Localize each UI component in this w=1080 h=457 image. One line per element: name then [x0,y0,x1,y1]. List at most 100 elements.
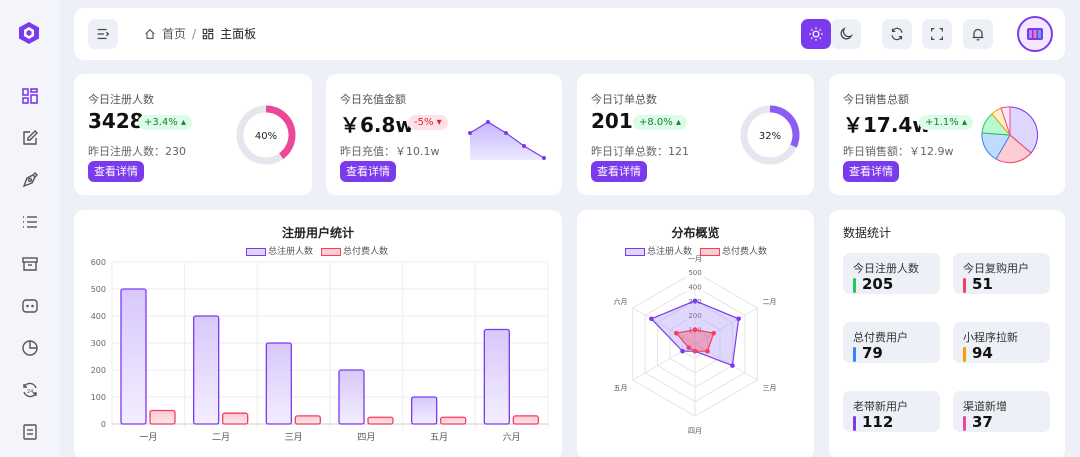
y-tick-label: 0 [101,420,106,429]
bar-registrations[interactable] [120,288,147,425]
bar-registrations[interactable] [338,369,365,425]
bar-paying[interactable] [149,409,176,425]
progress-ring: 40% [236,105,296,165]
data-stat-label: 总付费用户 [853,331,908,344]
pie-icon[interactable] [19,337,41,359]
radar-chart: 一月二月三月四月五月六月100200300400500 [614,255,777,435]
archive-icon[interactable] [19,253,41,275]
bar-paying[interactable] [222,412,249,425]
y-tick-label: 200 [91,366,106,375]
stat-subtext: 昨日订单总数：121 [591,145,689,158]
radar-point[interactable] [673,330,679,336]
bar-paying[interactable] [512,415,539,425]
x-tick-label: 二月 [212,432,230,443]
stat-title: 今日注册人数 [88,93,154,106]
dashboard-icon[interactable] [19,85,41,107]
x-tick-label: 四月 [357,432,375,443]
x-tick-label: 五月 [430,432,448,443]
radar-point[interactable] [692,327,698,332]
stat-card-registrations: 今日注册人数 3428 +3.4% ▴ 昨日注册人数：230 查看详情 40% [74,74,312,195]
bar-paying[interactable] [367,416,394,425]
radar-tick-label: 500 [688,269,701,277]
x-tick-label: 六月 [503,431,521,443]
x-tick-label: 三月 [285,432,303,443]
trend-badge: +1.1% ▴ [919,115,973,130]
sidebar: 24 [0,0,60,457]
bar-registrations[interactable] [483,328,510,425]
data-stat-label: 老带新用户 [853,400,908,413]
radar-point[interactable] [649,316,654,322]
data-stat-accent-bar [963,416,966,431]
trend-badge-text: +1.1% [925,117,959,128]
radar-point[interactable] [730,363,735,368]
edit-icon[interactable] [19,127,41,149]
data-stat-tile: 小程序拉新 94 [953,322,1050,363]
bar-chart: 0 100 200 300 400 500 600 一月 二月 三月 四月 五月 六月 [91,258,549,443]
moon-icon [840,27,853,40]
sun-icon [809,27,823,41]
bar-registrations[interactable] [265,342,292,425]
stat-title: 今日销售总额 [843,93,909,106]
list-icon[interactable] [19,211,41,233]
avatar[interactable] [1017,16,1053,52]
refresh24-icon[interactable]: 24 [19,379,41,401]
mini-pie-chart [981,106,1039,164]
radar-point[interactable] [711,330,717,336]
bar-registrations[interactable] [411,396,438,425]
pen-icon[interactable] [19,169,41,191]
stat-value: 3428 [88,109,144,133]
trend-badge: -5% ▾ [408,115,448,130]
data-stat-accent-bar [963,347,966,362]
radar-axis-label: 一月 [688,255,702,263]
y-tick-label: 100 [91,393,106,402]
data-stat-value: 79 [862,344,883,362]
stat-title: 今日充值金额 [340,93,406,106]
breadcrumb-home[interactable]: 首页 [162,25,186,42]
document-icon[interactable] [19,421,41,443]
radar-axis-label: 六月 [614,297,628,306]
view-details-button[interactable]: 查看详情 [88,161,144,182]
menu-toggle-button[interactable] [88,19,118,49]
refresh-button[interactable] [882,19,912,49]
view-details-button[interactable]: 查看详情 [591,161,647,182]
radar-point[interactable] [705,348,710,354]
breadcrumb-separator: / [192,26,197,41]
stat-subtext: 昨日充值：￥10.1w [340,145,440,158]
progress-ring-label: 40% [255,131,277,142]
x-tick-label: 一月 [139,432,157,443]
radar-axis-label: 四月 [688,427,702,435]
data-stat-tile: 今日复购用户 51 [953,253,1050,294]
view-details-button[interactable]: 查看详情 [843,161,899,182]
fullscreen-button[interactable] [922,19,952,49]
home-icon [145,28,155,39]
data-stat-tile: 今日注册人数 205 [843,253,940,294]
sparkline [468,120,546,160]
chat-icon[interactable] [19,295,41,317]
radar-point[interactable] [736,316,741,322]
data-stat-value: 112 [862,413,894,431]
notification-button[interactable] [963,19,993,49]
radar-point[interactable] [692,348,698,354]
light-mode-button[interactable] [801,19,831,49]
registration-chart-card: 注册用户统计 总注册人数 总付费人数 0 100 200 300 400 500 600 一月… [74,210,562,457]
sparkline-area [470,122,544,160]
refresh-icon [891,27,903,41]
radar-point[interactable] [692,298,698,304]
progress-ring: 32% [740,105,800,165]
bell-icon [972,28,984,41]
view-details-button[interactable]: 查看详情 [340,161,396,182]
app-logo[interactable] [17,21,41,45]
radar-point[interactable] [686,345,692,350]
y-tick-label: 300 [91,339,106,348]
bar-paying[interactable] [440,416,467,425]
bar-paying[interactable] [294,415,321,425]
radar-point[interactable] [680,348,685,354]
data-stat-accent-bar [853,347,856,362]
dark-mode-button[interactable] [831,19,861,49]
stat-card-recharge: 今日充值金额 ￥6.8w -5% ▾ 昨日充值：￥10.1w 查看详情 [326,74,562,195]
data-stat-accent-bar [853,278,856,293]
data-stat-tile: 渠道新增 37 [953,391,1050,432]
data-stat-label: 渠道新增 [963,400,1007,413]
bar-registrations[interactable] [193,315,220,425]
y-tick-label: 600 [91,258,106,267]
